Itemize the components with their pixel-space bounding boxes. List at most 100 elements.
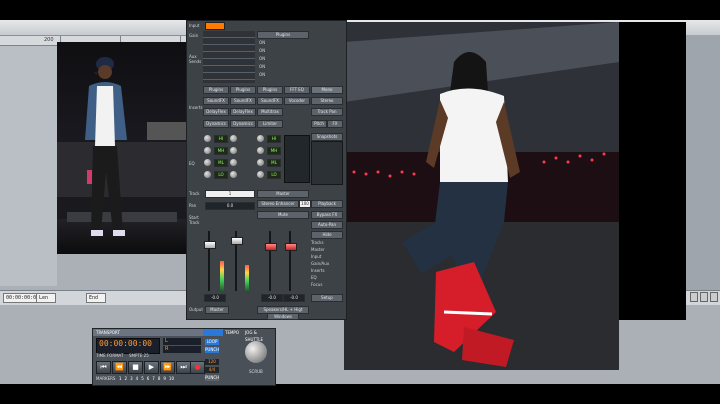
routing-item-focus[interactable]: Focus xyxy=(311,282,322,287)
marker-3[interactable]: 3 xyxy=(130,376,133,381)
insert-slot-8[interactable]: Vocoder xyxy=(284,97,310,105)
windows-button[interactable]: Windows xyxy=(267,313,299,320)
marker-7[interactable]: 7 xyxy=(152,376,155,381)
output-fader-value-left[interactable]: -0.0 xyxy=(261,294,283,302)
fx-button[interactable]: FX xyxy=(327,120,343,128)
routing-item-input[interactable]: Input xyxy=(311,254,321,259)
marker-10[interactable]: 10 xyxy=(169,376,174,381)
insert-slot-7[interactable]: SoundFX xyxy=(257,97,283,105)
output-fader-value-right[interactable]: -0.0 xyxy=(283,294,305,302)
eq-knob[interactable] xyxy=(230,171,237,178)
track-pan-button[interactable]: Track Pan xyxy=(311,108,343,116)
tempo-tab[interactable]: TEMPO xyxy=(225,329,239,336)
auto-pan-button[interactable]: Auto-Pan xyxy=(311,221,343,229)
eq-band-hi[interactable]: HI xyxy=(214,135,228,143)
mute-button[interactable]: Mute xyxy=(257,211,309,219)
zoom-fit-button[interactable] xyxy=(710,292,718,302)
eq-knob[interactable] xyxy=(204,135,211,142)
scrub-label[interactable]: SCRUB xyxy=(249,369,263,374)
stereo-button[interactable]: Stereo xyxy=(311,97,343,105)
marker-4[interactable]: 4 xyxy=(136,376,139,381)
insert-slot-11[interactable]: Multitrax xyxy=(257,108,283,116)
eq-knob[interactable] xyxy=(204,171,211,178)
snapshots-list[interactable] xyxy=(311,141,343,185)
track-selector[interactable]: 1 xyxy=(205,190,255,198)
eq-band-lo[interactable]: LO xyxy=(214,171,228,179)
snapshots-button[interactable]: Snapshots xyxy=(311,133,343,141)
routing-item-eq[interactable]: EQ xyxy=(311,275,317,280)
insert-slot-9[interactable]: DelayFlex xyxy=(203,108,229,116)
eq-knob[interactable] xyxy=(204,159,211,166)
time-format-label[interactable]: TIME FORMAT xyxy=(96,353,123,358)
stop-button[interactable]: ■ xyxy=(128,361,143,374)
routing-item-inserts[interactable]: Inserts xyxy=(311,268,325,273)
marker-buttons[interactable]: 1 2 3 4 5 6 7 8 9 10 xyxy=(119,376,174,381)
jog-wheel[interactable] xyxy=(245,341,267,363)
insert-slot-12[interactable]: Dynamics xyxy=(203,120,229,128)
playback-button[interactable]: Playback xyxy=(311,200,343,208)
eq-band-ml[interactable]: ML xyxy=(214,159,228,167)
aux-send-grid[interactable] xyxy=(203,31,255,83)
eq-knob[interactable] xyxy=(257,159,264,166)
eq-knob[interactable] xyxy=(257,171,264,178)
stereo-enhancer-label[interactable]: Stereo Enhancer xyxy=(257,200,299,208)
routing-item-tracks[interactable]: Tracks xyxy=(311,240,324,245)
eq-band-mh[interactable]: MH xyxy=(214,147,228,155)
insert-slot-2[interactable]: Plugins xyxy=(230,86,256,94)
output-fader-handle-right[interactable] xyxy=(285,243,297,251)
output-fader-handle-left[interactable] xyxy=(265,243,277,251)
eq-band-hi-r[interactable]: HI xyxy=(267,135,281,143)
loop-button[interactable]: LOOP xyxy=(205,339,219,345)
track-list-pane[interactable] xyxy=(0,46,57,286)
input-selector[interactable] xyxy=(205,22,225,30)
eq-knob[interactable] xyxy=(257,147,264,154)
marker-8[interactable]: 8 xyxy=(158,376,161,381)
eq-knob[interactable] xyxy=(257,135,264,142)
loop-end-field[interactable]: R xyxy=(163,346,201,353)
zoom-in-button[interactable] xyxy=(700,292,708,302)
transport-tab-indicator[interactable] xyxy=(203,329,223,336)
eq-graph[interactable] xyxy=(284,135,310,183)
on-toggle-4[interactable]: ON xyxy=(259,64,265,69)
time-signature-value[interactable]: 4/4 xyxy=(205,367,219,373)
insert-slot-13[interactable]: Dynamics xyxy=(230,120,256,128)
master-selector[interactable]: Master xyxy=(257,190,309,198)
marker-9[interactable]: 9 xyxy=(163,376,166,381)
output-selector[interactable]: Master xyxy=(205,306,229,314)
forward-end-button[interactable]: ⏭ xyxy=(176,361,191,374)
insert-slot-4[interactable]: FFT EQ xyxy=(284,86,310,94)
loop-start-field[interactable]: L xyxy=(163,338,201,345)
eq-band-mh-r[interactable]: MH xyxy=(267,147,281,155)
punch-button[interactable]: PUNCH xyxy=(205,347,219,353)
end-field[interactable]: End xyxy=(86,293,106,303)
input-fader-handle[interactable] xyxy=(204,241,216,249)
on-toggle-5[interactable]: ON xyxy=(259,72,265,77)
eq-knob[interactable] xyxy=(230,135,237,142)
record-button[interactable]: ● xyxy=(190,361,205,374)
master-fader-handle[interactable] xyxy=(231,237,243,245)
eq-knob[interactable] xyxy=(230,159,237,166)
setup-button[interactable]: Setup xyxy=(311,294,343,302)
marker-5[interactable]: 5 xyxy=(141,376,144,381)
eq-band-lo-r[interactable]: LO xyxy=(267,171,281,179)
insert-slot-10[interactable]: DelayFlex xyxy=(230,108,256,116)
sync-label[interactable]: SMPTE 25 xyxy=(129,353,149,358)
pan-value[interactable]: 0.0 xyxy=(205,202,255,210)
plugins-header-button[interactable]: Plugins xyxy=(257,31,309,39)
tempo-value[interactable]: 120 xyxy=(205,359,219,365)
time-display[interactable]: 00:00:00:00 xyxy=(96,338,160,354)
routing-item-gain-aux[interactable]: Gain/Aux xyxy=(311,261,329,266)
rewind-start-button[interactable]: ⏮ xyxy=(96,361,111,374)
rewind-button[interactable]: ⏪ xyxy=(112,361,127,374)
play-button[interactable]: ▶ xyxy=(144,361,159,374)
on-toggle-1[interactable]: ON xyxy=(259,40,265,45)
marker-1[interactable]: 1 xyxy=(119,376,122,381)
input-fader-value[interactable]: -0.0 xyxy=(204,294,226,302)
insert-slot-5[interactable]: SoundFX xyxy=(203,97,229,105)
length-field[interactable]: Len xyxy=(36,293,56,303)
eq-band-ml-r[interactable]: ML xyxy=(267,159,281,167)
insert-slot-6[interactable]: SoundFX xyxy=(230,97,256,105)
marker-2[interactable]: 2 xyxy=(125,376,128,381)
insert-slot-14[interactable]: Limiter xyxy=(257,120,283,128)
stereo-enhancer-value[interactable]: 100 xyxy=(299,200,311,208)
